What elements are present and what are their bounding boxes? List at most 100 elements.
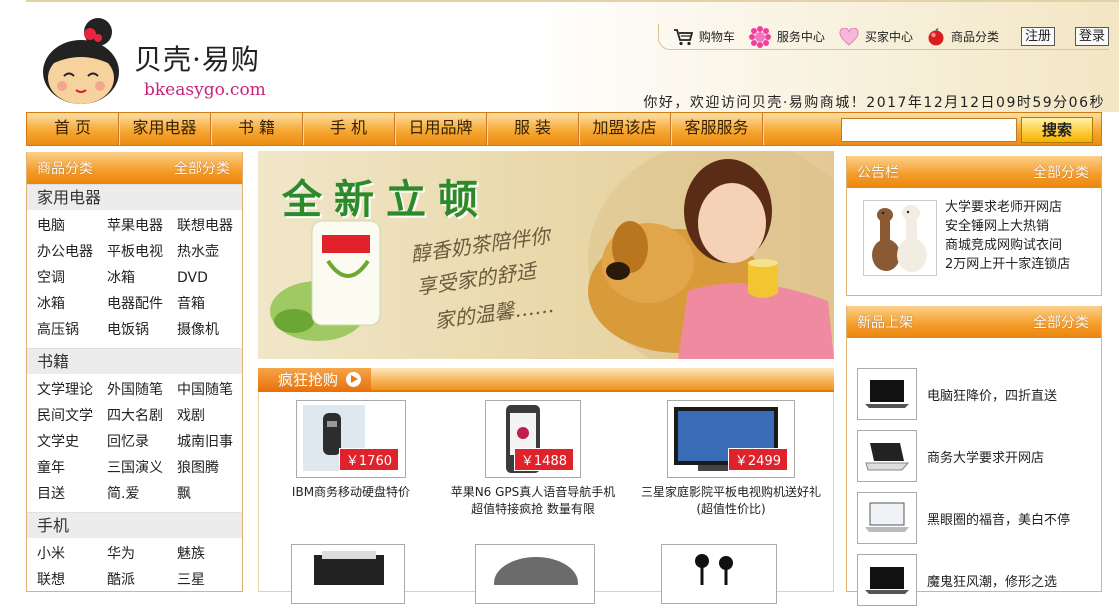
category-link[interactable]: 华为 [107,541,177,567]
category-link[interactable]: 热水壶 [177,239,242,265]
service-center-label: 服务中心 [776,30,825,44]
cart-link[interactable]: 购物车 [673,28,735,46]
new-arrival-text: 黑眼圈的福音，美白不停 [927,512,1071,528]
flash-sale-title[interactable]: 疯狂抢购 [258,368,371,392]
nav-appliances[interactable]: 家用电器 [119,113,211,145]
notice-board: 公告栏 全部分类 大学要求老师开网店 安全锤网上大热销 商城竞成网购试衣间 2万… [846,156,1102,296]
notice-all-link[interactable]: 全部分类 [1033,162,1089,182]
category-link[interactable]: 摄像机 [177,317,242,343]
category-link[interactable]: 苹果电器 [107,213,177,239]
category-link[interactable]: 联想 [37,567,107,591]
new-arrivals-all-link[interactable]: 全部分类 [1033,312,1089,332]
price-tag: ￥1488 [513,448,574,471]
site-header: 贝壳·易购 bkeasygo.com 购物车 服务中心 买家中心 商品分类 注册… [26,0,1119,112]
category-link[interactable]: 音箱 [177,291,242,317]
category-link[interactable]: 办公电器 [37,239,107,265]
product-card[interactable]: ￥1760 IBM商务移动硬盘特价 [261,400,441,501]
login-button[interactable]: 登录 [1074,27,1109,46]
nav-phones[interactable]: 手 机 [303,113,395,145]
category-link[interactable]: 四大名剧 [107,403,177,429]
category-link[interactable]: 联想电器 [177,213,242,239]
category-link[interactable]: 中国随笔 [177,377,242,403]
nav-daily-brands[interactable]: 日用品牌 [395,113,487,145]
product-name[interactable]: IBM商务移动硬盘特价 [261,484,441,501]
notice-title: 公告栏 [857,165,899,181]
product-name[interactable]: 苹果N6 GPS真人语音导航手机 超值特接疯抢 数量有限 [443,484,623,518]
category-link[interactable]: 电饭锅 [107,317,177,343]
new-arrival-item[interactable]: 黑眼圈的福音，美白不停 [857,492,1070,544]
play-arrow-icon [345,372,361,387]
category-link[interactable]: 简.爱 [107,481,177,507]
category-link[interactable]: 冰箱 [37,291,107,317]
product-image[interactable] [661,544,777,604]
category-link[interactable]: 城南旧事 [177,429,242,455]
product-image[interactable]: ￥2499 [667,400,795,478]
sidebar-all-link[interactable]: 全部分类 [174,158,230,178]
category-heading[interactable]: 家用电器 [27,184,242,210]
category-link[interactable]: 高压锅 [37,317,107,343]
category-link[interactable]: 酷派 [107,567,177,591]
mouse-image [494,557,578,606]
category-link[interactable]: 目送 [37,481,107,507]
logo-url[interactable]: bkeasygo.com [144,80,266,100]
category-heading[interactable]: 手机 [27,512,242,538]
service-center-link[interactable]: 服务中心 [748,25,825,48]
new-arrival-item[interactable]: 商务大学要求开网店 [857,430,1044,482]
red-ball-icon [928,27,944,45]
laptop-thumbnail [857,554,917,606]
product-image[interactable]: ￥1488 [485,400,581,478]
nav-home[interactable]: 首 页 [27,113,119,145]
category-link[interactable]: 魅族 [177,541,242,567]
search-button[interactable]: 搜索 [1021,117,1093,143]
category-link[interactable]: 电器配件 [107,291,177,317]
notice-item[interactable]: 大学要求老师开网店 [945,198,1070,217]
banner-title: 全新立顿 [282,176,490,223]
sidebar-title: 商品分类 [37,161,93,177]
product-card[interactable]: ￥2499 三星家庭影院平板电视购机送好礼(超值性价比) [633,400,829,518]
category-link[interactable]: 电脑 [37,213,107,239]
category-link[interactable]: 回忆录 [107,429,177,455]
product-card[interactable]: ￥1488 苹果N6 GPS真人语音导航手机 超值特接疯抢 数量有限 [443,400,623,518]
category-link[interactable]: 小米 [37,541,107,567]
category-link[interactable]: 飘 [177,481,242,507]
nav-customer-service[interactable]: 客服服务 [671,113,763,145]
flash-sale-header: 疯狂抢购 [258,368,834,392]
category-heading[interactable]: 书籍 [27,348,242,374]
category-link[interactable]: 童年 [37,455,107,481]
category-link[interactable]: 狼图腾 [177,455,242,481]
logo-name[interactable]: 贝壳·易购 [134,38,260,78]
product-image[interactable] [475,544,595,606]
nav-franchise[interactable]: 加盟该店 [579,113,671,145]
notice-item[interactable]: 2万网上开十家连锁店 [945,255,1070,274]
category-link[interactable]: 商品分类 [927,27,999,46]
nav-clothing[interactable]: 服 装 [487,113,579,145]
category-link[interactable]: 文学史 [37,429,107,455]
logo-girl-icon[interactable] [38,14,124,106]
heart-icon [839,27,859,46]
category-link[interactable]: 平板电视 [107,239,177,265]
category-link[interactable]: 三国演义 [107,455,177,481]
register-button[interactable]: 注册 [1020,27,1055,46]
new-arrival-item[interactable]: 电脑狂降价，四折直送 [857,368,1057,420]
category-link[interactable]: 戏剧 [177,403,242,429]
product-image[interactable]: ￥1760 [296,400,406,478]
notice-item[interactable]: 安全锤网上大热销 [945,217,1070,236]
buyer-center-link[interactable]: 买家中心 [839,27,913,46]
buyer-center-label: 买家中心 [864,30,913,44]
new-arrival-item[interactable]: 魔鬼狂风潮，修形之选 [857,554,1057,606]
category-link[interactable]: 文学理论 [37,377,107,403]
category-link[interactable]: 三星 [177,567,242,591]
laptop-thumbnail [857,492,917,544]
category-link[interactable]: 民间文学 [37,403,107,429]
product-image[interactable] [291,544,405,604]
notice-item[interactable]: 商城竞成网购试衣间 [945,236,1070,255]
nav-books[interactable]: 书 籍 [211,113,303,145]
product-name[interactable]: 三星家庭影院平板电视购机送好礼(超值性价比) [633,484,829,518]
category-link[interactable]: 外国随笔 [107,377,177,403]
category-link[interactable]: DVD [177,265,242,291]
search-input[interactable] [841,118,1017,142]
category-link[interactable]: 空调 [37,265,107,291]
promo-banner[interactable]: 全新立顿 醇香奶茶陪伴你 享受家的舒适 家的温馨…… [258,151,834,359]
notice-image[interactable] [863,200,937,276]
category-link[interactable]: 冰箱 [107,265,177,291]
